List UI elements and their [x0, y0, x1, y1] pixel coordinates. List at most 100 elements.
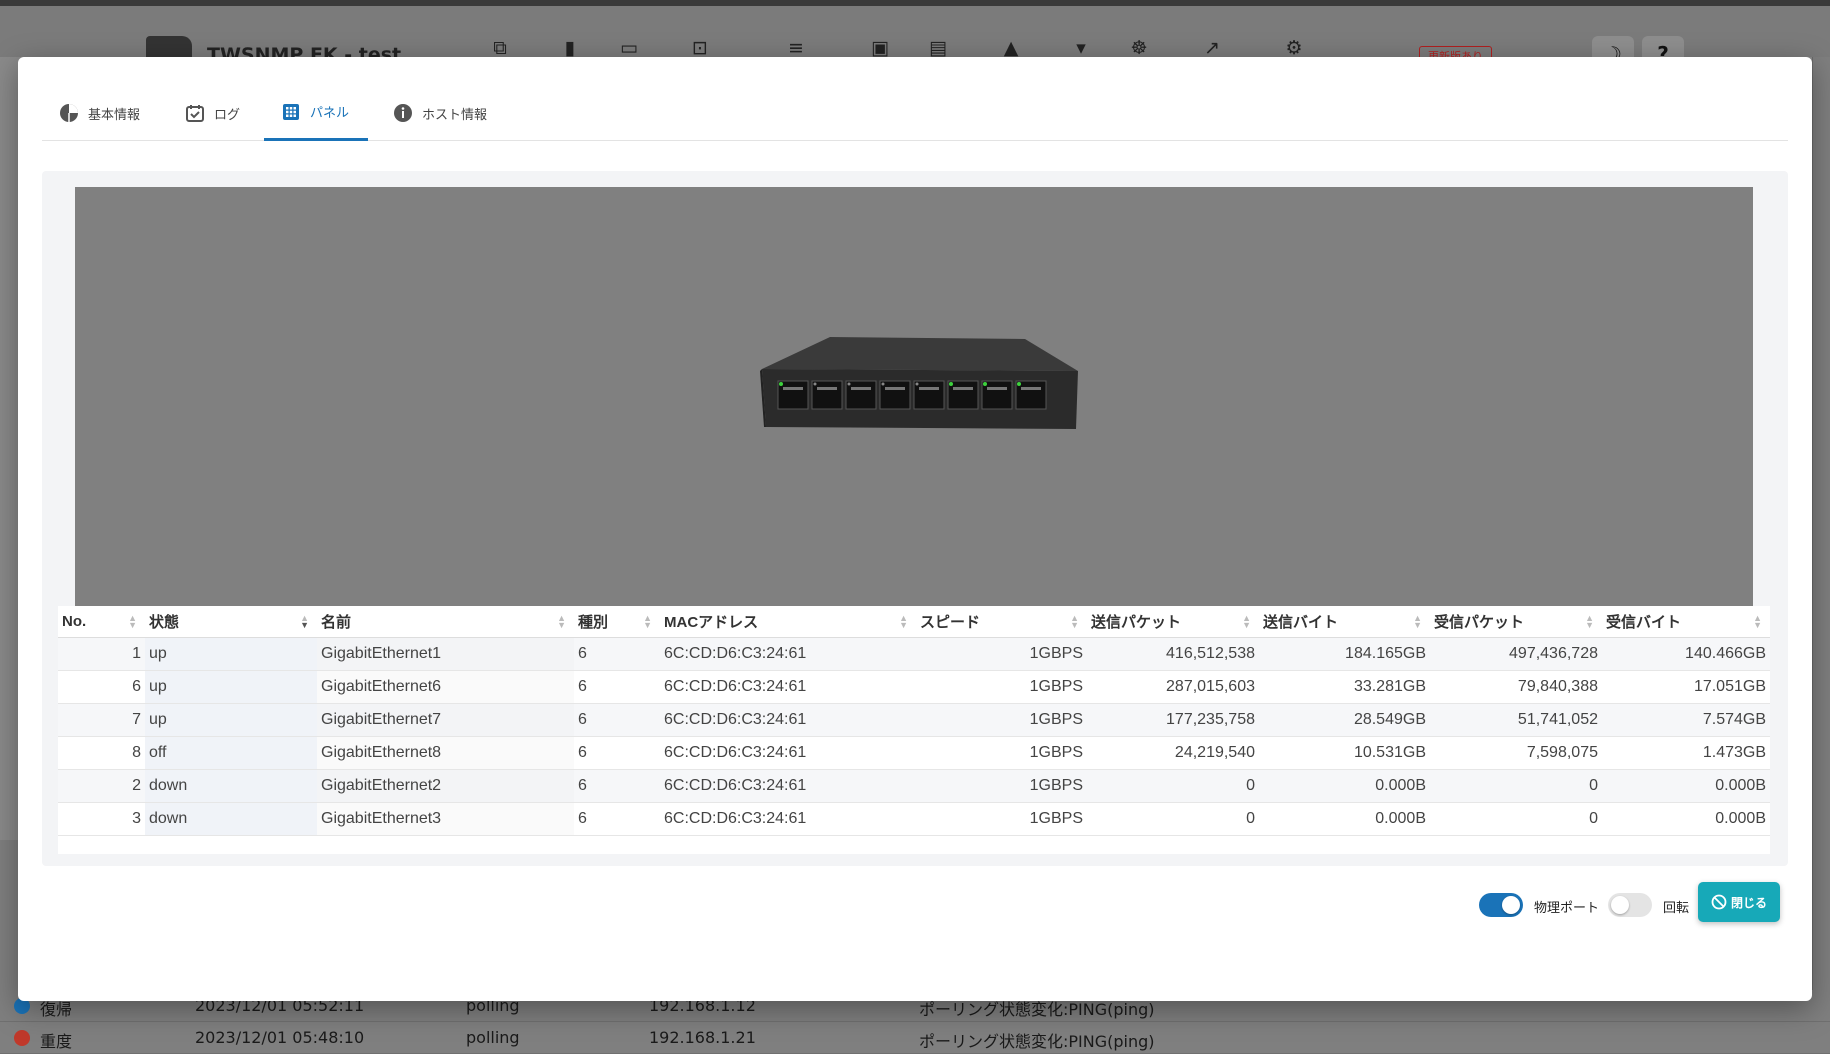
cell-tx-bytes: 33.281GB [1259, 670, 1430, 704]
cell-tx-packets: 416,512,538 [1087, 637, 1259, 671]
cell-rx-bytes: 17.051GB [1602, 670, 1770, 704]
background-sidebar-sliver [0, 840, 18, 990]
modal-footer: 物理ポート 回転 閉じる [18, 877, 1812, 937]
cell-type: 6 [574, 802, 660, 836]
port-table: No. ▲ ▼ 状態 ▲ ▼ 名前 ▲ ▼ 種別 ▲ ▼ MACアドレス ▲ ▼ スピード ▲ ▼ 送信… [58, 606, 1770, 854]
switch-3d-model [760, 337, 1078, 429]
cell-tx-bytes: 184.165GB [1259, 637, 1430, 671]
tab-bar: 基本情報 ログ パネル ホスト情報 [42, 85, 1788, 141]
cell-rx-bytes: 7.574GB [1602, 703, 1770, 737]
tab-label: パネル [310, 106, 350, 121]
grid-icon [280, 101, 302, 123]
rotate-toggle[interactable] [1608, 893, 1652, 917]
cell-mac: 6C:CD:D6:C3:24:61 [660, 703, 916, 737]
cell-no: 2 [58, 769, 145, 803]
cell-mac: 6C:CD:D6:C3:24:61 [660, 802, 916, 836]
cell-rx-packets: 497,436,728 [1430, 637, 1602, 671]
cell-name: GigabitEthernet8 [317, 736, 574, 770]
cell-rx-packets: 51,741,052 [1430, 703, 1602, 737]
cell-state: up [145, 670, 317, 704]
log-time: 2023/12/01 05:48:10 [195, 1028, 365, 1047]
cell-no: 1 [58, 637, 145, 671]
node-detail-modal: 基本情報 ログ パネル ホスト情報 No. ▲ ▼ 状態 ▲ ▼ 名前 ▲ ▼ … [18, 57, 1812, 1001]
physical-port-toggle[interactable] [1479, 893, 1523, 917]
column-header-tx-bytes[interactable]: 送信バイト ▲ ▼ [1259, 606, 1430, 638]
column-header-rx-packets[interactable]: 受信パケット ▲ ▼ [1430, 606, 1602, 638]
cell-tx-bytes: 0.000B [1259, 769, 1430, 803]
cell-name: GigabitEthernet7 [317, 703, 574, 737]
cell-rx-bytes: 0.000B [1602, 769, 1770, 803]
table-row[interactable]: 2 down GigabitEthernet2 6 6C:CD:D6:C3:24… [58, 769, 1770, 803]
cell-type: 6 [574, 736, 660, 770]
cell-no: 3 [58, 802, 145, 836]
cell-tx-packets: 24,219,540 [1087, 736, 1259, 770]
table-row[interactable]: 8 off GigabitEthernet8 6 6C:CD:D6:C3:24:… [58, 736, 1770, 770]
cell-type: 6 [574, 670, 660, 704]
table-row[interactable]: 6 up GigabitEthernet6 6 6C:CD:D6:C3:24:6… [58, 670, 1770, 704]
tab-panel[interactable]: パネル [264, 85, 368, 141]
3d-panel-viewer[interactable] [75, 187, 1753, 606]
close-button-label: 閉じる [1730, 895, 1767, 910]
log-ip: 192.168.1.21 [649, 1028, 756, 1047]
tab-label: ホスト情報 [422, 107, 488, 123]
error-icon [14, 1030, 30, 1046]
cell-name: GigabitEthernet3 [317, 802, 574, 836]
cell-tx-packets: 287,015,603 [1087, 670, 1259, 704]
cell-tx-packets: 0 [1087, 802, 1259, 836]
cell-rx-bytes: 1.473GB [1602, 736, 1770, 770]
cell-tx-packets: 0 [1087, 769, 1259, 803]
cell-state: off [145, 736, 317, 770]
cell-rx-bytes: 0.000B [1602, 802, 1770, 836]
cell-rx-packets: 79,840,388 [1430, 670, 1602, 704]
toggle-knob [1611, 896, 1629, 914]
cell-mac: 6C:CD:D6:C3:24:61 [660, 637, 916, 671]
tab-basic-info[interactable]: 基本情報 [58, 85, 158, 141]
cell-no: 7 [58, 703, 145, 737]
column-header-tx-packets[interactable]: 送信パケット ▲ ▼ [1087, 606, 1259, 638]
cell-tx-packets: 177,235,758 [1087, 703, 1259, 737]
cell-name: GigabitEthernet2 [317, 769, 574, 803]
background-scrollbar [1812, 57, 1830, 1054]
cell-state: up [145, 703, 317, 737]
cell-rx-packets: 0 [1430, 769, 1602, 803]
cell-speed: 1GBPS [916, 802, 1087, 836]
cell-tx-bytes: 10.531GB [1259, 736, 1430, 770]
cell-mac: 6C:CD:D6:C3:24:61 [660, 769, 916, 803]
table-row[interactable]: 7 up GigabitEthernet7 6 6C:CD:D6:C3:24:6… [58, 703, 1770, 737]
calendar-check-icon [184, 102, 206, 124]
close-button[interactable]: 閉じる [1698, 882, 1780, 922]
table-row[interactable]: 1 up GigabitEthernet1 6 6C:CD:D6:C3:24:6… [58, 637, 1770, 671]
log-message: ポーリング状態変化:PING(ping) [919, 1032, 1155, 1051]
rotate-label: 回転 [1663, 901, 1690, 916]
cell-no: 6 [58, 670, 145, 704]
tab-log[interactable]: ログ [184, 85, 264, 141]
column-header-speed[interactable]: スピード ▲ ▼ [916, 606, 1087, 638]
cell-tx-bytes: 0.000B [1259, 802, 1430, 836]
cell-type: 6 [574, 637, 660, 671]
cell-tx-bytes: 28.549GB [1259, 703, 1430, 737]
info-icon [392, 102, 414, 124]
tab-host-info[interactable]: ホスト情報 [392, 85, 502, 141]
log-row: 重度 2023/12/01 05:48:10 polling 192.168.1… [0, 1022, 1830, 1054]
log-type: polling [466, 1028, 520, 1047]
cell-rx-bytes: 140.466GB [1602, 637, 1770, 671]
table-header-row: No. ▲ ▼ 状態 ▲ ▼ 名前 ▲ ▼ 種別 ▲ ▼ MACアドレス ▲ ▼ スピード ▲ ▼ 送信… [58, 606, 1770, 638]
cell-rx-packets: 0 [1430, 802, 1602, 836]
column-header-rx-bytes[interactable]: 受信バイト ▲ ▼ [1602, 606, 1770, 638]
ban-icon [1711, 894, 1727, 910]
column-header-name[interactable]: 名前 ▲ ▼ [317, 606, 574, 638]
cell-speed: 1GBPS [916, 736, 1087, 770]
cell-state: down [145, 802, 317, 836]
physical-port-label: 物理ポート [1534, 901, 1600, 916]
cell-speed: 1GBPS [916, 703, 1087, 737]
column-header-type[interactable]: 種別 ▲ ▼ [574, 606, 660, 638]
column-header-mac[interactable]: MACアドレス ▲ ▼ [660, 606, 916, 638]
column-header-state[interactable]: 状態 ▲ ▼ [145, 606, 317, 638]
table-row[interactable]: 3 down GigabitEthernet3 6 6C:CD:D6:C3:24… [58, 802, 1770, 836]
column-header-no[interactable]: No. ▲ ▼ [58, 606, 145, 638]
pie-chart-icon [58, 102, 80, 124]
cell-type: 6 [574, 769, 660, 803]
cell-name: GigabitEthernet6 [317, 670, 574, 704]
cell-speed: 1GBPS [916, 637, 1087, 671]
cell-state: down [145, 769, 317, 803]
